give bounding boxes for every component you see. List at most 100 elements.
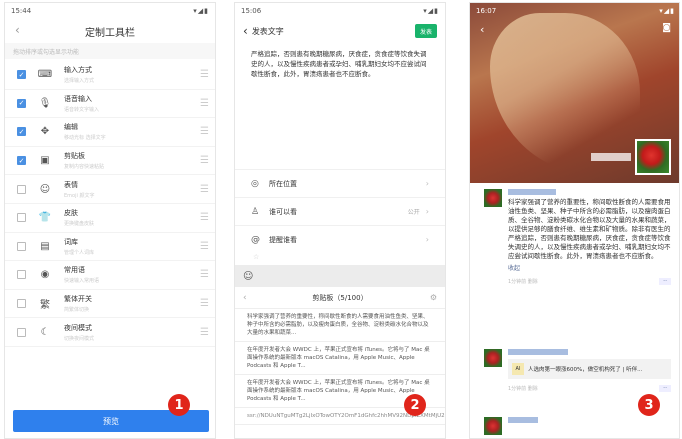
more-actions-button[interactable]: ·· (659, 278, 671, 285)
drag-handle-icon[interactable]: ☰ (193, 155, 209, 166)
tool-checkbox[interactable] (17, 299, 26, 309)
compose-textarea[interactable]: 严格追踪，否则患有晚期糖尿病，厌食症，贪食症等饮食失调史的人，以及慢性疾病患者或… (235, 43, 445, 169)
keyboard-icon: ⌨ (37, 69, 53, 81)
section-hint: 拖动排序或勾选显示功能 (5, 43, 215, 59)
tool-label: 词库 管理个人词库 (64, 237, 193, 256)
mic-icon: 🎙 (38, 97, 52, 109)
shared-link-card[interactable]: AI 人选肉第一眼涨600%，做空机构死了 | 听伴... (508, 359, 671, 379)
send-button[interactable]: 发表 (415, 24, 437, 38)
post-time: 1分钟前 删除 (508, 279, 538, 285)
tool-checkbox[interactable] (17, 241, 26, 251)
clipboard-item[interactable]: 在年度开发者大会 WWDC 上，苹果正式宣布将 iTunes。它将与了 Mac … (235, 342, 445, 375)
star-icon: ☆ (253, 253, 260, 261)
tool-row[interactable]: ☺ 表情 Emoji 颜文字 ☰ (5, 175, 215, 204)
emoji-icon[interactable]: ☺ (243, 271, 253, 282)
tool-row[interactable]: ☾ 夜间模式 切换夜间模式 ☰ (5, 318, 215, 347)
drag-handle-icon[interactable]: ☰ (193, 241, 209, 252)
settings-icon[interactable]: ⚙ (430, 293, 437, 302)
tool-name: 常用语 (64, 266, 85, 275)
drag-handle-icon[interactable]: ☰ (193, 327, 209, 338)
drag-handle-icon[interactable]: ☰ (193, 269, 209, 280)
drag-handle-icon[interactable]: ☰ (193, 212, 209, 223)
chevron-right-icon: › (425, 207, 429, 216)
tool-checkbox[interactable] (17, 213, 26, 223)
tool-name: 语音输入 (64, 94, 92, 103)
tool-row[interactable]: 👕 皮肤 更换键盘皮肤 ☰ (5, 204, 215, 233)
compose-option-row[interactable]: @ 提醒谁看 › (235, 225, 445, 253)
page-header: ‹ 定制工具栏 (5, 19, 215, 43)
tool-checkbox[interactable] (17, 327, 26, 337)
collapse-link[interactable]: 收起 (508, 263, 671, 272)
tool-row[interactable]: 繁 繁体开关 简繁体切换 ☰ (5, 290, 215, 319)
back-arrow-icon[interactable]: ‹ (480, 23, 484, 36)
post-author-blurred[interactable] (508, 189, 556, 195)
tool-name: 表情 (64, 180, 78, 189)
compose-option-row[interactable]: ♙ 谁可以看 公开 › (235, 197, 445, 225)
tool-desc: 复制内容快速粘贴 (64, 164, 105, 171)
skin-icon: 👕 (38, 212, 52, 224)
back-arrow-icon[interactable]: ‹ (243, 293, 247, 303)
tool-checkbox[interactable] (17, 270, 26, 280)
tool-label: 常用语 快速输入常用语 (64, 265, 193, 284)
post-author-blurred[interactable] (508, 417, 538, 423)
step-badge-2: 2 (404, 394, 426, 416)
option-label: 所在位置 (269, 179, 297, 188)
tool-row[interactable]: ▤ 词库 管理个人词库 ☰ (5, 233, 215, 262)
tool-label: 输入方式 选择输入方式 (64, 65, 193, 84)
tool-row[interactable]: ✓ ⌨ 输入方式 选择输入方式 ☰ (5, 61, 215, 90)
chevron-right-icon: › (425, 179, 429, 188)
traditional-icon: 繁 (40, 300, 50, 312)
drag-handle-icon[interactable]: ☰ (193, 69, 209, 80)
post-avatar[interactable] (484, 349, 502, 367)
tool-checkbox[interactable]: ✓ (17, 98, 26, 108)
tool-checkbox[interactable]: ✓ (17, 70, 26, 80)
status-time: 16:07 (476, 7, 497, 15)
tool-desc: 切换夜间模式 (64, 335, 95, 342)
dictionary-icon: ▤ (40, 240, 50, 252)
tool-desc: 管理个人词库 (64, 249, 95, 256)
back-arrow-icon[interactable]: ‹ (15, 23, 20, 37)
emoji-icon: ☺ (39, 183, 51, 195)
more-actions-button[interactable]: ·· (659, 385, 671, 392)
camera-icon[interactable]: ◙ (662, 23, 671, 33)
clipboard-title: 剪贴板（5/100） (312, 293, 368, 302)
desert-dune-image (490, 13, 640, 173)
tool-row[interactable]: ✓ ▣ 剪贴板 复制内容快速粘贴 ☰ (5, 147, 215, 176)
drag-handle-icon[interactable]: ☰ (193, 98, 209, 109)
tool-checkbox[interactable]: ✓ (17, 127, 26, 137)
phone-screen-toolbar-settings: 15:44 ▾◢▮ ‹ 定制工具栏 拖动排序或勾选显示功能 ✓ ⌨ 输入方式 选择输入… (4, 2, 216, 439)
tool-name: 夜间模式 (64, 323, 92, 332)
back-arrow-icon[interactable]: ‹ (243, 24, 248, 38)
option-label: 谁可以看 (269, 207, 297, 216)
status-bar: 15:06 ▾◢▮ (235, 3, 445, 19)
user-icon: ♙ (251, 206, 260, 217)
tool-checkbox[interactable]: ✓ (17, 156, 26, 166)
tool-desc: 选择输入方式 (64, 78, 95, 85)
tool-list: ✓ ⌨ 输入方式 选择输入方式 ☰ ✓ 🎙 语音输入 语音转文字输入 ☰ ✓ ✥ 编辑 移动光标 选择文字… (5, 61, 215, 347)
tool-label: 繁体开关 简繁体切换 (64, 294, 193, 313)
post-author-blurred[interactable] (508, 349, 568, 355)
drag-handle-icon[interactable]: ☰ (193, 126, 209, 137)
tool-row[interactable]: ✓ ✥ 编辑 移动光标 选择文字 ☰ (5, 118, 215, 147)
moment-post-partial (484, 417, 671, 435)
clipboard-header: ‹ 剪贴板（5/100） ⚙ (235, 287, 445, 309)
option-label: 提醒谁看 (269, 235, 297, 244)
tool-row[interactable]: ✓ 🎙 语音输入 语音转文字输入 ☰ (5, 90, 215, 119)
tool-desc: Emoji 颜文字 (64, 192, 95, 199)
cursor-icon: ✥ (40, 126, 50, 138)
compose-option-row[interactable]: ◎ 所在位置 › (235, 169, 445, 197)
tool-checkbox[interactable] (17, 184, 26, 194)
drag-handle-icon[interactable]: ☰ (193, 298, 209, 309)
post-avatar[interactable] (484, 189, 502, 207)
tool-row[interactable]: ◉ 常用语 快速输入常用语 ☰ (5, 261, 215, 290)
avatar[interactable] (635, 139, 671, 175)
clipboard-icon: ▣ (40, 155, 50, 167)
tool-label: 表情 Emoji 颜文字 (64, 180, 193, 199)
tool-desc: 更换键盘皮肤 (64, 221, 95, 228)
clipboard-item[interactable]: 科学家强调了营养的重要性，称间歇性断食的人需要食用油性鱼类、坚果、种子中所含的必… (235, 309, 445, 342)
drag-handle-icon[interactable]: ☰ (193, 184, 209, 195)
chevron-right-icon: › (425, 235, 429, 244)
post-avatar[interactable] (484, 417, 502, 435)
phone-screen-compose: 15:06 ▾◢▮ ‹ 发表文字 发表 严格追踪，否则患有晚期糖尿病，厌食症，贪… (234, 2, 446, 439)
page-title: 定制工具栏 (85, 27, 135, 39)
